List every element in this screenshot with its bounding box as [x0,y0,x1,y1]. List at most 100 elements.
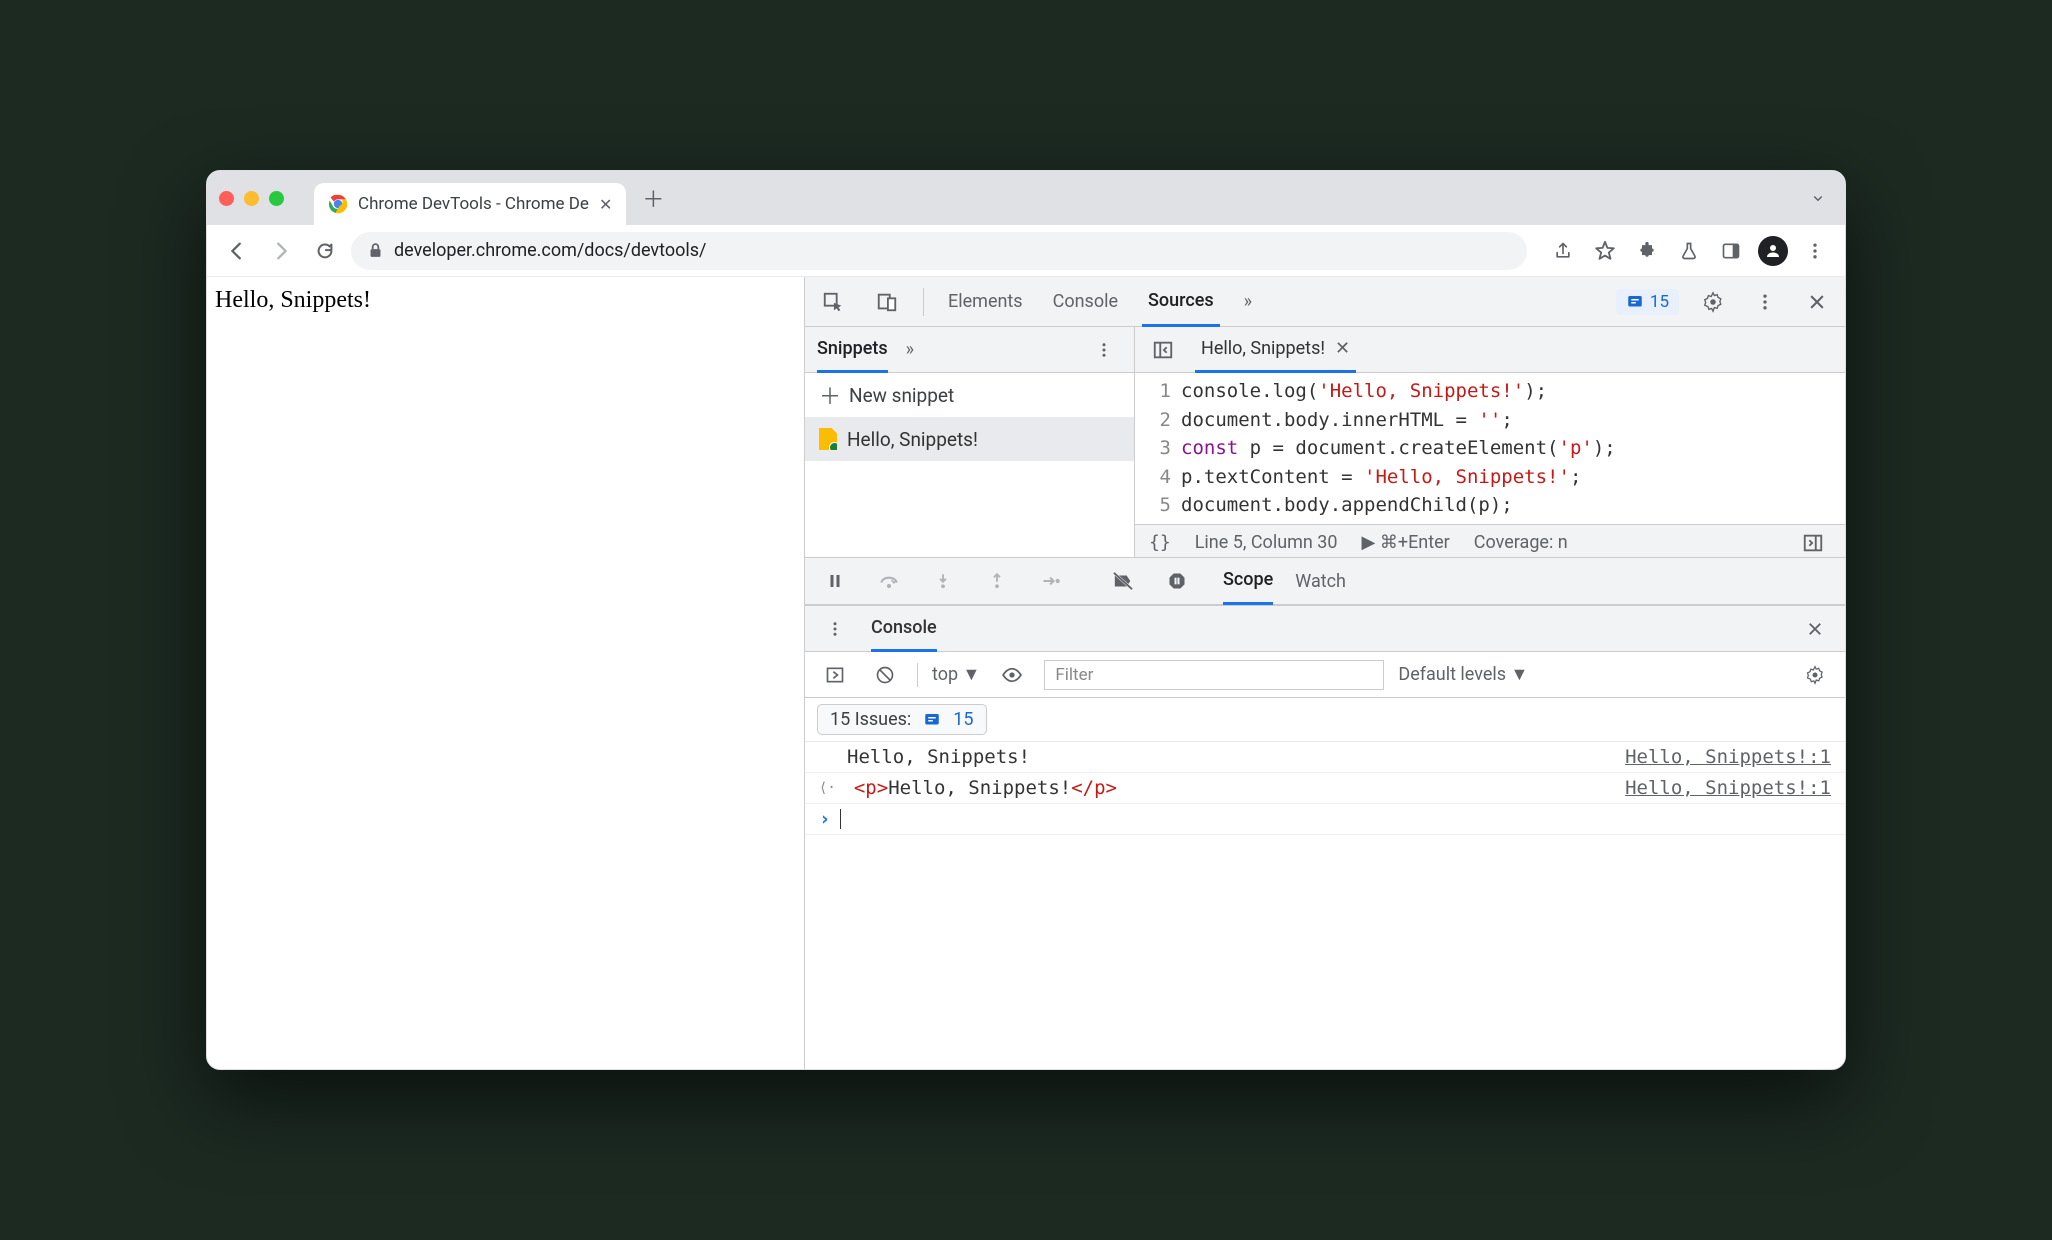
snippets-tab[interactable]: Snippets [817,327,888,373]
tab-more[interactable]: » [1238,277,1258,327]
live-expression-button[interactable] [994,657,1030,693]
close-window-button[interactable] [219,191,234,206]
issues-row: 15 Issues: 15 [805,698,1845,742]
step-into-button[interactable] [925,563,961,599]
issues-button[interactable]: 15 Issues: 15 [817,704,987,735]
sidepanel-button[interactable] [1713,233,1749,269]
console-message: Hello, Snippets! [847,746,1030,768]
coverage-status[interactable]: Coverage: n [1474,532,1568,553]
step-button[interactable] [1033,563,1069,599]
devtools-menu-button[interactable] [1747,284,1783,320]
devtools-tabs: Elements Console Sources » 15 [805,277,1845,327]
page-body-text: Hello, Snippets! [215,287,371,313]
url-text: developer.chrome.com/docs/devtools/ [394,240,707,261]
watch-tab[interactable]: Watch [1295,571,1346,592]
arrow-left-icon [226,240,248,262]
code-editor[interactable]: 12345 console.log('Hello, Snippets!');do… [1135,373,1845,524]
pause-button[interactable] [817,563,853,599]
console-source-link[interactable]: Hello, Snippets!:1 [1625,777,1831,799]
labs-button[interactable] [1671,233,1707,269]
new-snippet-button[interactable]: ＋ New snippet [805,373,1134,417]
navigator-menu-button[interactable] [1086,332,1122,368]
console-return-row: ⟨· <p>Hello, Snippets!</p> Hello, Snippe… [805,773,1845,804]
toggle-sidebar-right-button[interactable] [1795,525,1831,561]
console-toolbar: top ▼ Filter Default levels ▼ [805,652,1845,698]
filter-input[interactable]: Filter [1044,660,1384,690]
reload-icon [314,240,336,262]
drawer-console-tab[interactable]: Console [871,606,937,652]
console-prompt-row[interactable]: › [805,804,1845,835]
address-bar[interactable]: developer.chrome.com/docs/devtools/ [351,232,1527,270]
browser-tab[interactable]: Chrome DevTools - Chrome De ✕ [314,183,626,225]
browser-menu-button[interactable] [1797,233,1833,269]
context-selector[interactable]: top ▼ [932,664,980,685]
step-out-button[interactable] [979,563,1015,599]
drawer-close-button[interactable] [1797,611,1833,647]
drawer-menu-button[interactable] [817,611,853,647]
inspect-button[interactable] [815,284,851,320]
drawer-tabs: Console [805,606,1845,652]
puzzle-icon [1637,241,1657,261]
lock-icon [367,242,384,259]
return-arrow-icon: ⟨· [819,780,836,796]
cursor-position: Line 5, Column 30 [1195,532,1338,553]
devtools-settings-button[interactable] [1695,284,1731,320]
log-levels-selector[interactable]: Default levels ▼ [1398,664,1528,685]
panel-icon [1721,241,1741,261]
navigator-more-tabs[interactable]: » [906,339,914,360]
window-controls [219,191,284,206]
reload-button[interactable] [307,233,343,269]
console-source-link[interactable]: Hello, Snippets!:1 [1625,746,1831,768]
clear-console-button[interactable] [867,657,903,693]
prompt-icon: › [819,808,830,830]
extensions-button[interactable] [1629,233,1665,269]
snippet-item[interactable]: Hello, Snippets! [805,417,1134,461]
close-tab-button[interactable]: ✕ [599,195,612,214]
scope-tab[interactable]: Scope [1223,557,1273,605]
toggle-navigator-button[interactable] [1145,332,1181,368]
arrow-right-icon [270,240,292,262]
step-icon [1041,573,1061,589]
profile-button[interactable] [1755,233,1791,269]
console-input[interactable] [840,809,841,829]
kebab-icon [1755,292,1775,312]
tab-elements[interactable]: Elements [942,277,1029,327]
pretty-print-button[interactable]: {} [1149,532,1171,553]
kebab-icon [1805,241,1825,261]
back-button[interactable] [219,233,255,269]
tab-overflow-button[interactable] [1809,189,1827,207]
new-tab-button[interactable]: ＋ [636,181,670,215]
pause-exceptions-button[interactable] [1159,563,1195,599]
editor-tab-close[interactable]: ✕ [1335,338,1350,359]
content-area: Hello, Snippets! Elements Console Source… [207,277,1845,1069]
minimize-window-button[interactable] [244,191,259,206]
editor-tabs: Hello, Snippets! ✕ [1135,327,1845,373]
debugger-toolbar: Scope Watch [805,557,1845,605]
device-icon [876,291,898,313]
new-snippet-label: New snippet [849,384,954,407]
forward-button[interactable] [263,233,299,269]
tab-sources[interactable]: Sources [1142,277,1220,327]
eye-icon [1001,667,1023,683]
console-sidebar-toggle[interactable] [817,657,853,693]
device-toggle-button[interactable] [869,284,905,320]
bookmark-button[interactable] [1587,233,1623,269]
browser-window: Chrome DevTools - Chrome De ✕ ＋ develope… [206,170,1846,1070]
deactivate-breakpoints-button[interactable] [1105,563,1141,599]
editor-file-name: Hello, Snippets! [1201,338,1325,359]
issues-pill[interactable]: 15 [1616,289,1679,315]
run-hint[interactable]: ▶ ⌘+Enter [1362,532,1450,553]
editor-file-tab[interactable]: Hello, Snippets! ✕ [1195,327,1356,373]
issue-icon [923,711,941,729]
sidebar-icon [825,665,845,685]
tab-console[interactable]: Console [1047,277,1124,327]
step-over-button[interactable] [871,563,907,599]
line-gutter: 12345 [1135,377,1181,520]
devtools-close-button[interactable] [1799,284,1835,320]
console-log-row: Hello, Snippets! Hello, Snippets!:1 [805,742,1845,773]
console-settings-button[interactable] [1797,657,1833,693]
code-body: console.log('Hello, Snippets!');document… [1181,377,1845,520]
maximize-window-button[interactable] [269,191,284,206]
editor-pane: Hello, Snippets! ✕ 12345 console.log('He… [1135,327,1845,557]
share-button[interactable] [1545,233,1581,269]
